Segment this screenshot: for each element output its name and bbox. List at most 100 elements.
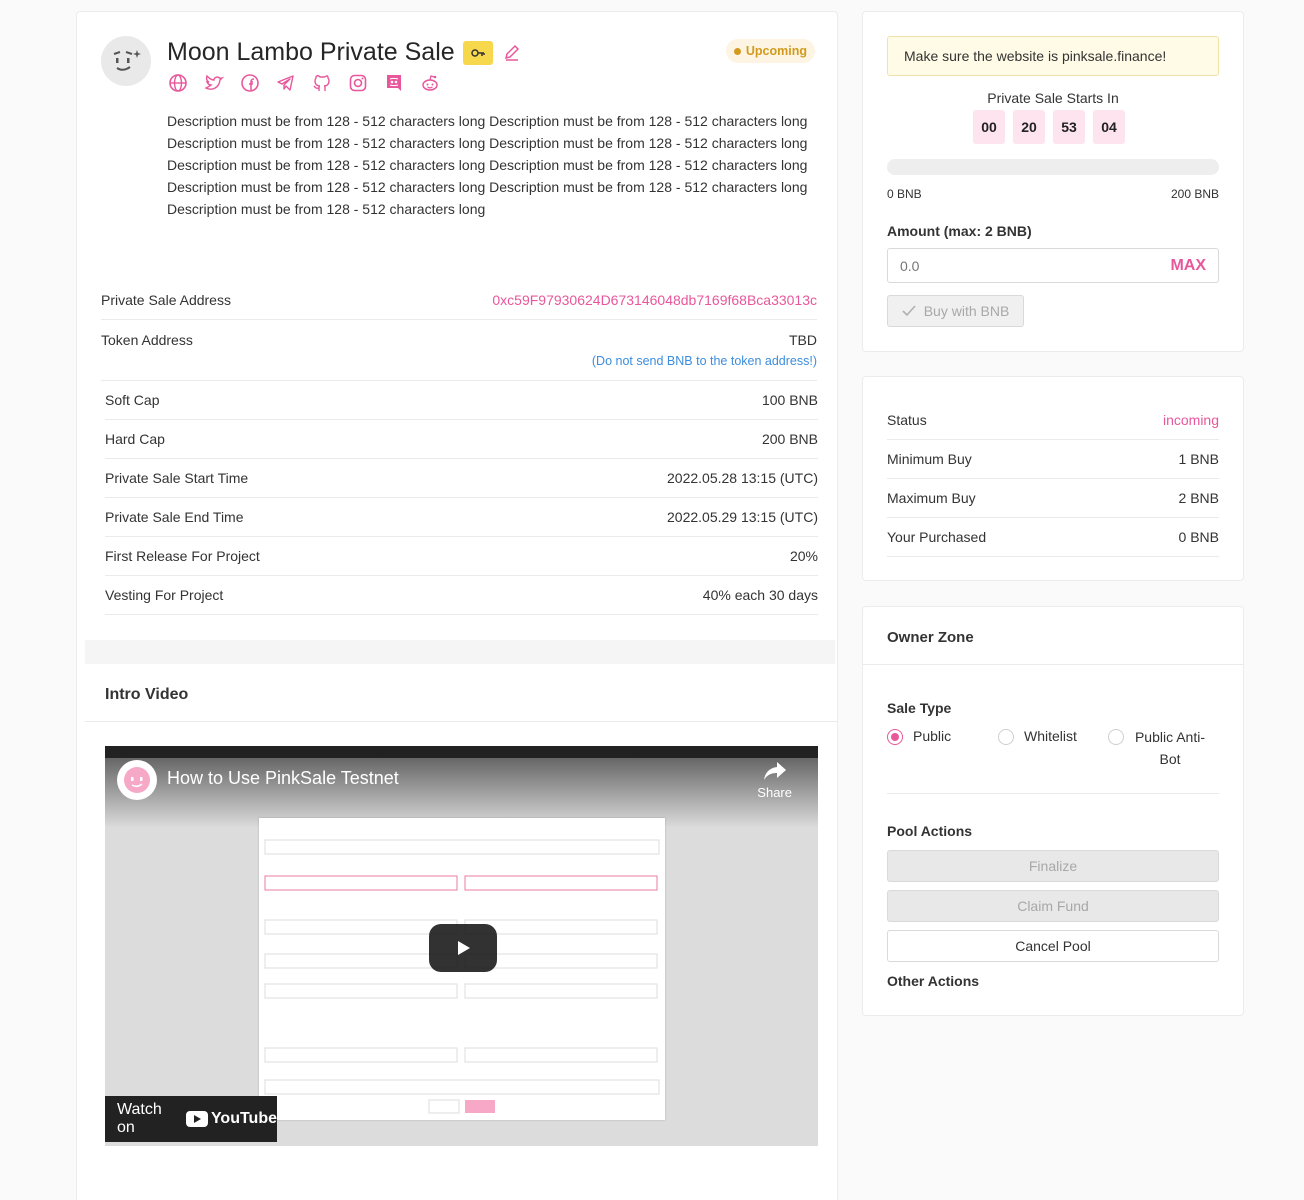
globe-icon[interactable] bbox=[167, 72, 189, 94]
address-rows: Private Sale Address 0xc59F97930624D6731… bbox=[101, 281, 817, 381]
channel-avatar[interactable] bbox=[117, 760, 157, 800]
progress-max-label: 200 BNB bbox=[1170, 187, 1219, 201]
countdown-hours: 20 bbox=[1013, 110, 1045, 144]
project-card: Moon Lambo Private Sale Upcoming Descrip… bbox=[76, 11, 838, 1200]
stat-row-status: Status incoming bbox=[887, 401, 1219, 440]
private-sale-address-row: Private Sale Address 0xc59F97930624D6731… bbox=[101, 281, 817, 320]
project-description: Description must be from 128 - 512 chara… bbox=[167, 113, 808, 217]
sale-type-antibot-radio[interactable]: Public Anti-Bot bbox=[1108, 728, 1206, 770]
reddit-icon[interactable] bbox=[419, 72, 441, 94]
row-label: Private Sale Address bbox=[101, 292, 231, 308]
countdown-timer: 00 20 53 04 bbox=[973, 110, 1125, 144]
private-sale-address-link[interactable]: 0xc59F97930624D673146048db7169f68Bca3301… bbox=[492, 292, 817, 308]
info-row: Private Sale Start Time 2022.05.28 13:15 … bbox=[105, 459, 818, 498]
twitter-icon[interactable] bbox=[203, 72, 225, 94]
radio-label: Public Anti-Bot bbox=[1134, 729, 1206, 767]
other-actions-label: Other Actions bbox=[887, 973, 980, 989]
claim-fund-button[interactable]: Claim Fund bbox=[887, 890, 1219, 922]
video-browser-bar bbox=[105, 746, 818, 758]
project-logo bbox=[101, 36, 151, 86]
max-button[interactable]: MAX bbox=[1170, 257, 1206, 275]
stat-label: Maximum Buy bbox=[887, 490, 976, 506]
token-address-value: TBD bbox=[789, 332, 817, 348]
info-row: Private Sale End Time 2022.05.29 13:15 (U… bbox=[105, 498, 818, 537]
row-label: Token Address bbox=[101, 332, 193, 348]
stat-value: 2 BNB bbox=[1178, 490, 1219, 506]
radio-circle bbox=[887, 729, 903, 745]
radio-circle bbox=[1108, 729, 1124, 745]
row-label: Private Sale Start Time bbox=[105, 470, 249, 486]
facebook-icon[interactable] bbox=[239, 72, 261, 94]
sale-info-rows: Soft Cap 100 BNB Hard Cap 200 BNB Private … bbox=[105, 381, 818, 615]
sale-type-whitelist-radio[interactable]: Whitelist bbox=[998, 728, 1077, 745]
youtube-logo: YouTube bbox=[185, 1110, 277, 1128]
cancel-pool-button[interactable]: Cancel Pool bbox=[887, 930, 1219, 962]
stat-value: 0 BNB bbox=[1178, 529, 1219, 545]
row-label: First Release For Project bbox=[105, 548, 260, 564]
youtube-embed[interactable]: How to Use PinkSale Testnet Share Watch … bbox=[105, 746, 818, 1146]
token-address-row: Token Address TBD (Do not send BNB to th… bbox=[101, 320, 817, 381]
row-value: 100 BNB bbox=[761, 392, 818, 408]
watch-on-youtube-button[interactable]: Watch on YouTube bbox=[105, 1096, 277, 1142]
stat-label: Status bbox=[887, 412, 927, 428]
amount-input[interactable] bbox=[900, 257, 1100, 274]
amount-label: Amount (max: 2 BNB) bbox=[887, 223, 1032, 239]
stat-label: Your Purchased bbox=[887, 529, 987, 545]
buy-with-bnb-button[interactable]: Buy with BNB bbox=[887, 295, 1024, 327]
info-row: Soft Cap 100 BNB bbox=[105, 381, 818, 420]
progress-min-label: 0 BNB bbox=[887, 187, 922, 201]
stat-value: 1 BNB bbox=[1178, 451, 1219, 467]
finalize-button[interactable]: Finalize bbox=[887, 850, 1219, 882]
info-row: Vesting For Project 40% each 30 days bbox=[105, 576, 818, 615]
sale-type-label: Sale Type bbox=[887, 700, 952, 716]
owner-zone-card: Owner Zone Sale Type Public Whitelist Pu… bbox=[862, 606, 1244, 1016]
sale-type-public-radio[interactable]: Public bbox=[887, 728, 951, 745]
countdown-seconds: 04 bbox=[1093, 110, 1125, 144]
row-label: Soft Cap bbox=[105, 392, 160, 408]
domain-warning: Make sure the website is pinksale.financ… bbox=[887, 36, 1219, 76]
share-button[interactable]: Share bbox=[757, 760, 792, 800]
instagram-icon[interactable] bbox=[347, 72, 369, 94]
radio-circle bbox=[998, 729, 1014, 745]
project-title: Moon Lambo Private Sale bbox=[167, 38, 455, 66]
row-value: 20% bbox=[789, 548, 818, 564]
countdown-minutes: 53 bbox=[1053, 110, 1085, 144]
status-badge-label: Upcoming bbox=[745, 44, 807, 58]
check-icon bbox=[902, 305, 916, 317]
sale-progress-bar bbox=[887, 159, 1219, 175]
stats-card: Status incoming Minimum Buy 1 BNB Maximum … bbox=[862, 376, 1244, 581]
amount-field: MAX bbox=[887, 248, 1219, 283]
youtube-play-icon bbox=[185, 1111, 208, 1127]
stat-value: incoming bbox=[1162, 412, 1219, 428]
share-icon bbox=[763, 762, 786, 780]
row-label: Vesting For Project bbox=[105, 587, 224, 603]
stat-row-purchased: Your Purchased 0 BNB bbox=[887, 518, 1219, 557]
row-value: 40% each 30 days bbox=[702, 587, 818, 603]
telegram-icon[interactable] bbox=[275, 72, 297, 94]
divider bbox=[887, 793, 1219, 794]
video-title[interactable]: How to Use PinkSale Testnet bbox=[167, 768, 399, 789]
radio-label: Whitelist bbox=[1024, 728, 1077, 744]
share-label: Share bbox=[757, 785, 792, 800]
discord-icon[interactable] bbox=[383, 72, 405, 94]
status-dot bbox=[733, 47, 741, 55]
pool-actions-label: Pool Actions bbox=[887, 823, 973, 839]
pinksale-face-icon bbox=[113, 50, 141, 71]
row-value: 2022.05.28 13:15 (UTC) bbox=[667, 470, 818, 486]
countdown-days: 00 bbox=[973, 110, 1005, 144]
info-row: Hard Cap 200 BNB bbox=[105, 420, 818, 459]
edit-icon[interactable] bbox=[501, 42, 523, 64]
sale-card: Make sure the website is pinksale.financ… bbox=[862, 11, 1244, 352]
status-badge: Upcoming bbox=[725, 39, 815, 63]
info-row: First Release For Project 20% bbox=[105, 537, 818, 576]
buy-button-label: Buy with BNB bbox=[923, 303, 1010, 319]
stat-row-min-buy: Minimum Buy 1 BNB bbox=[887, 440, 1219, 479]
youtube-label: YouTube bbox=[210, 1110, 277, 1127]
social-links bbox=[167, 72, 441, 94]
github-icon[interactable] bbox=[311, 72, 333, 94]
project-title-row: Moon Lambo Private Sale bbox=[167, 38, 523, 67]
section-divider bbox=[85, 640, 835, 664]
intro-video-header: Intro Video bbox=[85, 664, 837, 722]
play-button[interactable] bbox=[429, 924, 497, 972]
stat-row-max-buy: Maximum Buy 2 BNB bbox=[887, 479, 1219, 518]
